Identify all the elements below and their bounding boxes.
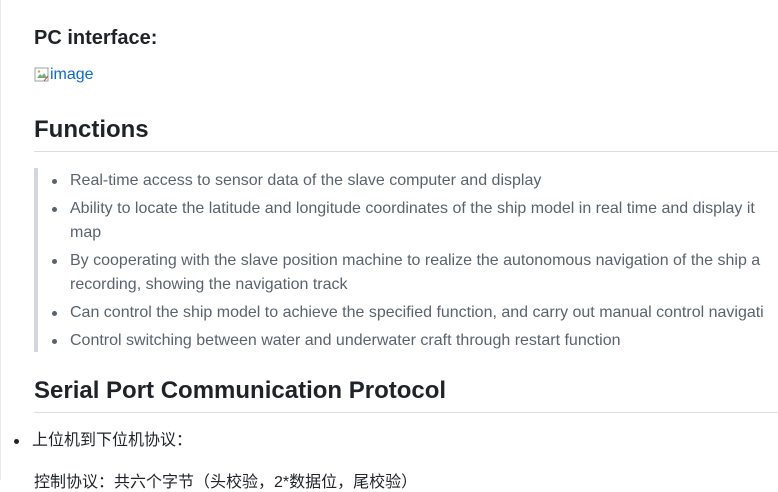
left-border <box>0 0 1 480</box>
blockquote-bar <box>34 168 38 352</box>
function-item: Real-time access to sensor data of the s… <box>52 169 764 193</box>
protocol-list: 上位机到下位机协议： <box>13 429 192 453</box>
functions-blockquote: Real-time access to sensor data of the s… <box>34 168 778 352</box>
image-link[interactable]: image <box>34 66 94 84</box>
functions-heading-rule <box>34 151 778 152</box>
functions-heading: Functions <box>34 116 149 143</box>
image-alt-text: image <box>50 66 94 83</box>
function-item: By cooperating with the slave position m… <box>52 249 764 297</box>
functions-list: Real-time access to sensor data of the s… <box>52 168 764 353</box>
protocol-item: 上位机到下位机协议： <box>13 429 192 453</box>
broken-image-icon <box>34 67 50 83</box>
protocol-heading: Serial Port Communication Protocol <box>34 377 447 404</box>
protocol-next-line: 控制协议：共六个字节（头校验，2*数据位，尾校验） <box>34 474 418 491</box>
function-item: Control switching between water and unde… <box>52 329 764 353</box>
pc-interface-heading: PC interface: <box>34 27 158 49</box>
protocol-heading-rule <box>34 412 778 413</box>
function-item: Ability to locate the latitude and longi… <box>52 197 764 245</box>
function-item: Can control the ship model to achieve th… <box>52 301 764 325</box>
